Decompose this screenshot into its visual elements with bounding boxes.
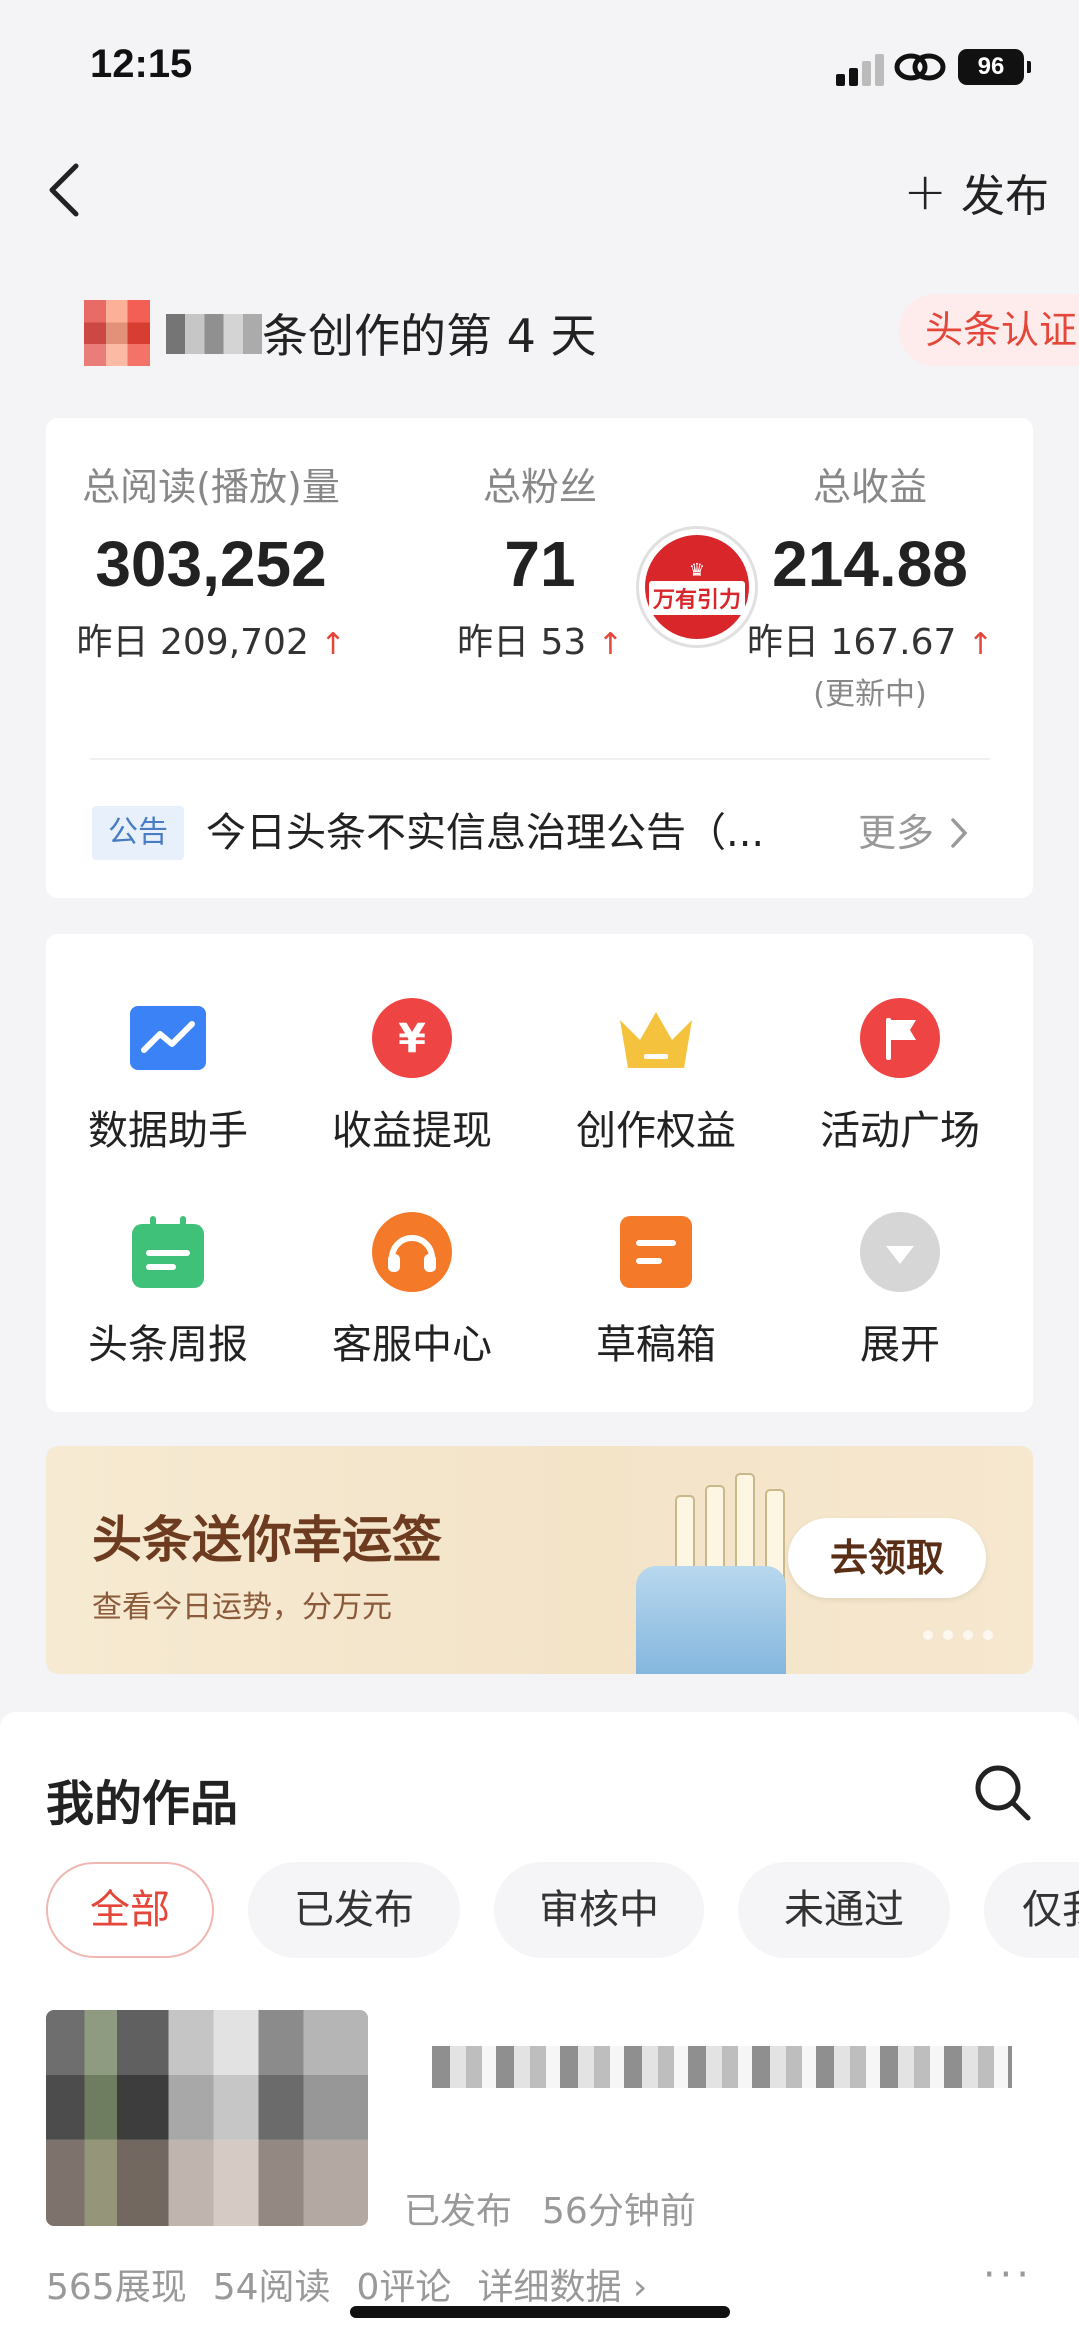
tool-label: 创作权益 [576,1108,736,1154]
plus-icon: + [903,162,947,222]
work-stats-row: 565展现 54阅读 0评论 详细数据 › [46,2258,647,2310]
work-details-link[interactable]: 详细数据 › [477,2258,647,2310]
watermark-stamp-logo: ♛ 万有引力 [636,526,758,648]
tool-label: 展开 [860,1322,940,1368]
work-status: 已发布 [404,2191,513,2232]
tool-weekly-report[interactable]: 头条周报 [58,1210,278,1370]
notice-badge: 公告 [92,806,184,860]
tool-activity-square[interactable]: 活动广场 [790,996,1010,1156]
more-options-icon[interactable]: ··· [983,2252,1033,2298]
headset-icon [372,1212,452,1292]
stat-earnings-label: 总收益 [812,465,927,509]
tab-all[interactable]: 全部 [46,1862,214,1958]
arrow-up-icon: ↑ [320,627,346,662]
stat-reads[interactable]: 总阅读(播放)量 303,252 昨日 209,702 ↑ [46,456,376,665]
stat-earnings-yesterday: 昨日 167.67 [746,622,957,663]
tool-earnings-withdraw[interactable]: ¥ 收益提现 [302,996,522,1156]
chevron-right-icon [951,818,968,848]
notice-text[interactable]: 今日头条不实信息治理公告（... [206,806,764,860]
tool-expand[interactable]: 展开 [790,1210,1010,1370]
tool-label: 头条周报 [88,1322,248,1368]
banner-title: 头条送你幸运签 [92,1511,442,1569]
home-indicator [350,2306,730,2318]
works-title: 我的作品 [46,1776,239,1832]
tool-creator-rights[interactable]: 创作权益 [546,996,766,1156]
crown-icon: ♛ [688,559,706,581]
arrow-up-icon: ↑ [967,627,993,662]
arrow-up-icon: ↑ [597,627,623,662]
divider [90,758,990,760]
tab-reviewing[interactable]: 审核中 [494,1862,704,1958]
stat-earnings-value: 214.88 [772,528,968,600]
tools-card: 数据助手 ¥ 收益提现 创作权益 活动广场 头条周报 客服中心 草稿箱 展开 [46,934,1033,1412]
tab-rejected[interactable]: 未通过 [738,1862,950,1958]
tool-label: 活动广场 [820,1108,980,1154]
stamp-title: 万有引力 [648,580,745,615]
stat-reads-yesterday-row: 昨日 209,702 ↑ [46,613,376,665]
notice-more-label: 更多 [858,811,935,855]
stat-earnings[interactable]: 总收益 214.88 昨日 167.67 ↑ (更新中) [720,456,1020,713]
tool-drafts[interactable]: 草稿箱 [546,1210,766,1370]
publish-button[interactable]: + 发布 [903,160,1049,224]
earnings-updating-note: (更新中) [813,677,927,712]
cellular-signal-icon [836,52,884,86]
claim-button[interactable]: 去领取 [788,1518,986,1598]
work-thumbnail[interactable] [46,2010,368,2226]
crown-icon [620,1012,692,1068]
tab-only-me[interactable]: 仅我 [984,1862,1079,1958]
work-impressions: 565展现 [46,2267,187,2308]
draft-icon [620,1216,692,1288]
tab-published[interactable]: 已发布 [248,1862,460,1958]
lucky-draw-banner[interactable]: 头条送你幸运签 查看今日运势，分万元 去领取 [46,1446,1033,1674]
status-time: 12:15 [90,42,193,86]
work-comments: 0评论 [356,2267,452,2308]
tool-customer-service[interactable]: 客服中心 [302,1210,522,1370]
svg-text:¥: ¥ [398,1016,426,1062]
work-status-row: 已发布 56分钟前 [404,2182,696,2234]
tool-label: 客服中心 [332,1322,492,1368]
work-time: 56分钟前 [542,2191,696,2232]
lucky-jar-illustration [636,1566,786,1674]
avatar[interactable] [84,300,150,366]
back-arrow-icon[interactable] [44,160,84,220]
data-assistant-icon [130,1006,206,1070]
notice-more-link[interactable]: 更多 [858,806,968,860]
stat-fans-label: 总粉丝 [482,465,597,509]
stat-fans-yesterday: 昨日 53 [457,622,587,663]
stat-earnings-yesterday-row: 昨日 167.67 ↑ [720,613,1020,665]
stat-reads-yesterday: 昨日 209,702 [76,622,309,663]
tool-label: 收益提现 [332,1108,492,1154]
yuan-icon: ¥ [372,998,452,1078]
link-icon [894,53,946,81]
tool-label: 草稿箱 [596,1322,716,1368]
blurred-username [166,314,262,354]
banner-subtitle: 查看今日运势，分万元 [92,1590,392,1625]
work-title-blurred[interactable] [432,2046,1012,2088]
tool-label: 数据助手 [88,1108,248,1154]
search-icon[interactable] [972,1762,1032,1822]
expand-icon [860,1212,940,1292]
stat-fans[interactable]: 总粉丝 71 昨日 53 ↑ [400,456,680,665]
stat-reads-label: 总阅读(播放)量 [82,465,340,509]
battery-indicator: 96 [958,49,1031,85]
calendar-icon [132,1216,204,1288]
stat-reads-value: 303,252 [95,528,327,600]
my-works-section: 我的作品 全部 已发布 审核中 未通过 仅我 已发布 56分钟前 565展现 5… [0,1712,1079,2337]
work-reads: 54阅读 [212,2267,331,2308]
flag-icon [860,998,940,1078]
tool-data-assistant[interactable]: 数据助手 [58,996,278,1156]
certification-button[interactable]: 头条认证 [899,294,1079,366]
publish-label: 发布 [961,171,1049,222]
creator-days-text: 条创作的第 4 天 [262,309,597,363]
carousel-dots [923,1630,993,1640]
stat-fans-yesterday-row: 昨日 53 ↑ [400,613,680,665]
